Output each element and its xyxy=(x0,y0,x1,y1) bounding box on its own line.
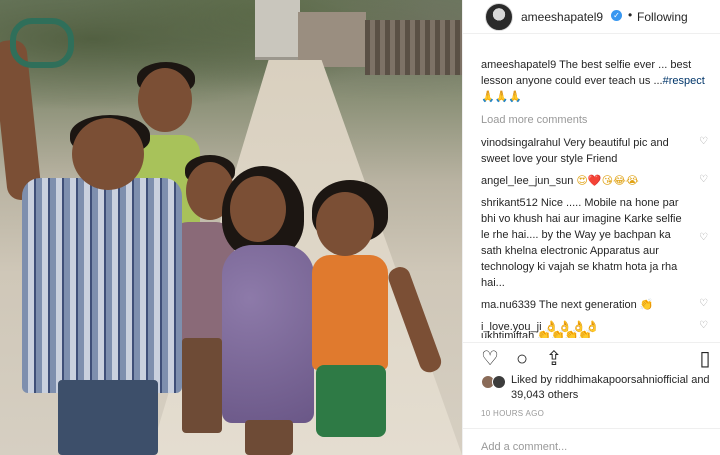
photo-shed xyxy=(298,12,366,67)
liker-avatar xyxy=(492,375,506,389)
bookmark-save-icon[interactable]: ▯ xyxy=(694,348,716,370)
comment-username[interactable]: vinodsingalrahul xyxy=(481,137,561,149)
comment-like-heart-icon[interactable]: ♡ xyxy=(699,175,709,185)
comment-item: shrikant512 Nice ..... Mobile na hone pa… xyxy=(481,195,713,291)
verified-badge-icon: ✓ xyxy=(611,10,622,21)
caption-username[interactable]: ameeshapatel9 xyxy=(481,59,556,71)
comment-bubble-icon[interactable]: ○ xyxy=(511,348,533,370)
header-username[interactable]: ameeshapatel9 xyxy=(521,10,603,24)
comment-username[interactable]: ukhtimiftah xyxy=(481,330,534,338)
comment-text: 👏👏👏👏 xyxy=(534,330,593,338)
comment-item-partial: ukhtimiftah 👏👏👏👏 xyxy=(481,328,713,338)
comment-like-heart-icon[interactable]: ♡ xyxy=(699,299,709,309)
likes-prefix: Liked by xyxy=(511,374,556,386)
post-timestamp[interactable]: 10 HOURS AGO xyxy=(481,409,544,418)
photo-fence xyxy=(365,20,462,75)
comment-item: ma.nu6339 The next generation 👏 ♡ xyxy=(481,297,713,313)
post-sidebar: ameeshapatel9 ✓ • Following ameeshapatel… xyxy=(462,0,720,455)
share-icon[interactable]: ⇪ xyxy=(543,348,565,370)
following-button[interactable]: Following xyxy=(637,10,688,24)
comment-username[interactable]: shrikant512 xyxy=(481,197,538,209)
post-caption: ameeshapatel9 The best selfie ever ... b… xyxy=(481,57,713,105)
comment-item: angel_lee_jun_sun 😍❤️😘😂😭 ♡ xyxy=(481,173,713,189)
comment-like-heart-icon[interactable]: ♡ xyxy=(699,233,709,243)
photo-house xyxy=(255,0,300,60)
caption-emojis: 🙏🙏🙏 xyxy=(481,91,523,103)
post-header: ameeshapatel9 ✓ • Following xyxy=(463,0,720,34)
load-more-comments-link[interactable]: Load more comments xyxy=(481,112,713,128)
comment-username[interactable]: ma.nu6339 xyxy=(481,299,536,311)
comments-list: ameeshapatel9 The best selfie ever ... b… xyxy=(481,57,713,341)
comment-username[interactable]: angel_lee_jun_sun xyxy=(481,175,573,187)
comment-like-heart-icon[interactable]: ♡ xyxy=(699,137,709,147)
post-photo[interactable] xyxy=(0,0,462,455)
comment-text: 😍❤️😘😂😭 xyxy=(573,175,639,187)
separator-dot: • xyxy=(628,8,633,22)
comment-text: The next generation 👏 xyxy=(536,299,654,311)
like-heart-icon[interactable]: ♡ xyxy=(479,348,501,370)
comment-item: vinodsingalrahul Very beautiful pic and … xyxy=(481,135,713,167)
add-comment-placeholder[interactable]: Add a comment... xyxy=(481,441,567,453)
add-comment-field[interactable]: Add a comment... xyxy=(463,428,720,455)
avatar[interactable] xyxy=(485,3,513,31)
post-actions-bar: ♡ ○ ⇪ ▯ xyxy=(463,342,720,376)
hashtag-link[interactable]: #respect xyxy=(663,75,705,87)
liker-username[interactable]: riddhimakapoorsahniofficial xyxy=(555,374,688,386)
comment-text: Nice ..... Mobile na hone par bhi vo khu… xyxy=(481,197,682,289)
likes-summary: Liked by riddhimakapoorsahniofficial and… xyxy=(481,373,717,403)
